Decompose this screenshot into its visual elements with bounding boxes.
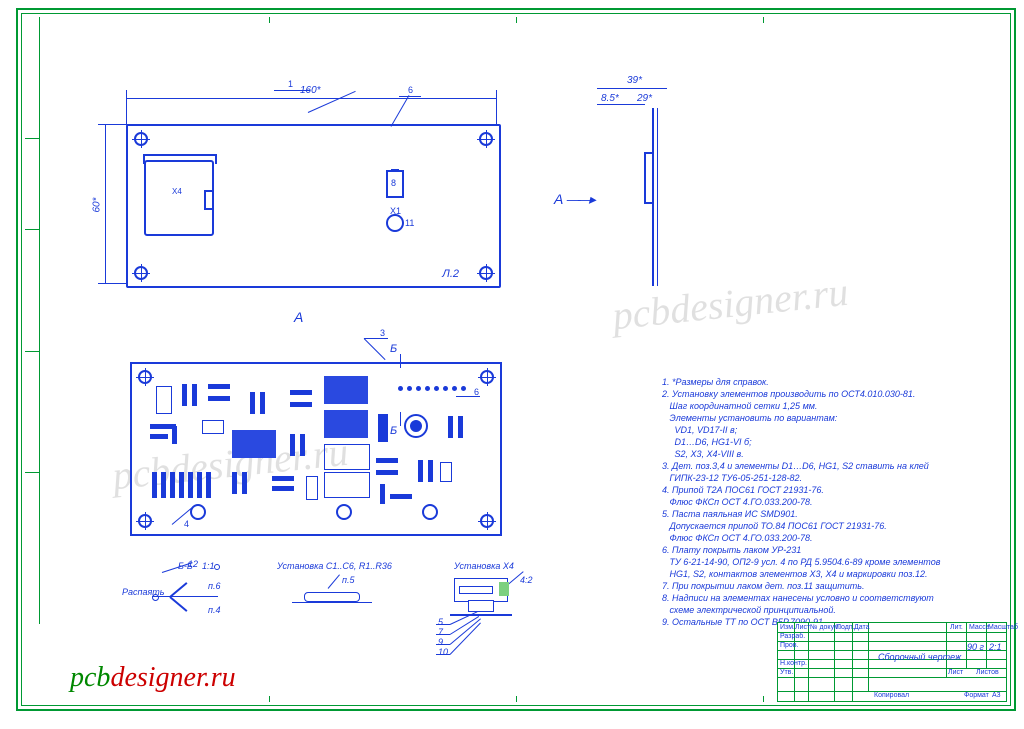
tb-mass: 90 г: [967, 643, 984, 652]
tb-scale: 2:1: [989, 643, 1002, 652]
part-8: 8: [386, 170, 404, 198]
label-l2: Л.2: [442, 269, 459, 280]
dim-side-off1: 8.5*: [601, 94, 619, 104]
dim-side-off2: 29*: [637, 94, 652, 104]
section-a-arrow: A ——▸: [554, 192, 593, 206]
part-x1: X1 11: [386, 214, 404, 232]
ref-6: 6: [408, 86, 413, 95]
tech-notes: 1. *Размеры для справок.2. Установку эле…: [662, 376, 992, 628]
dim-width: 160*: [300, 86, 321, 96]
side-view: [597, 108, 657, 286]
view-label-A: A: [294, 310, 303, 324]
dim-height: 60*: [93, 197, 103, 212]
connector-x4: X4: [144, 160, 214, 236]
binding-field: [25, 17, 40, 624]
bottom-view-board: Б Б 3 6 4: [130, 362, 502, 536]
title-block: Изм. Лист № докум. Подп. Дата Разраб. Пр…: [777, 622, 1007, 702]
dim-side-w: 39*: [627, 76, 642, 86]
detail-x4: Установка X4 4:2 5 7 9 10: [434, 562, 554, 652]
detail-bb: Б-Б 1:1 Распаять 12 п.6 п.4: [122, 562, 242, 632]
detail-c1r1: Установка С1..С6, R1..R36 п.5: [272, 562, 402, 622]
ref-1: 1: [288, 80, 293, 89]
logo: pcbdesigner.ru: [70, 664, 236, 692]
tb-title: Сборочный чертеж: [878, 653, 961, 662]
top-view-board: 1 6 X4 8 X1 11 Л.2: [126, 124, 501, 288]
